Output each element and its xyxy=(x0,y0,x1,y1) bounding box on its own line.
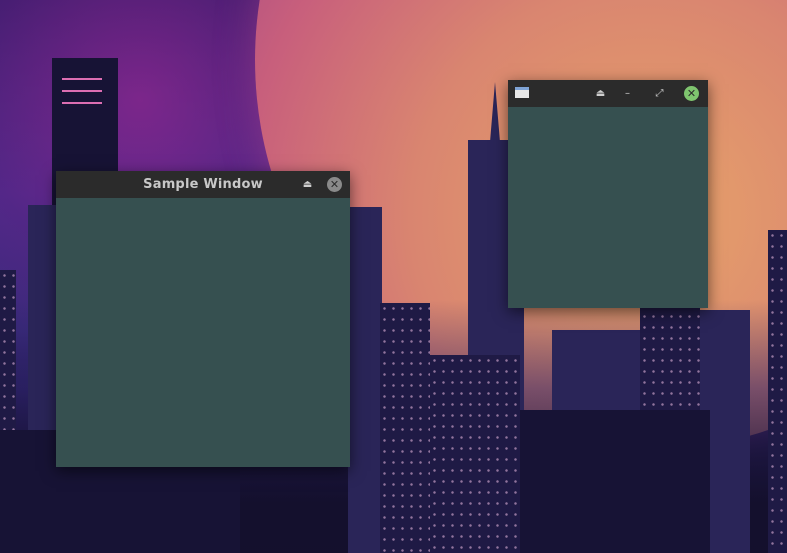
neon-sign xyxy=(62,78,102,80)
window-titlebar[interactable]: ⏏ – ⤢ ✕ xyxy=(508,80,708,107)
close-button[interactable]: ✕ xyxy=(327,177,342,192)
maximize-button[interactable]: ⤢ xyxy=(652,86,667,101)
shade-button[interactable]: ⏏ xyxy=(593,86,608,101)
building xyxy=(380,303,430,553)
untitled-window[interactable]: ⏏ – ⤢ ✕ xyxy=(508,80,708,308)
window-client-area[interactable] xyxy=(508,107,708,308)
window-titlebar[interactable]: Sample Window ⏏ ✕ xyxy=(56,171,350,198)
shade-button[interactable]: ⏏ xyxy=(300,177,315,192)
neon-sign xyxy=(62,102,102,104)
building xyxy=(348,207,382,553)
sample-window[interactable]: Sample Window ⏏ ✕ xyxy=(56,171,350,467)
close-button[interactable]: ✕ xyxy=(684,86,699,101)
building xyxy=(430,355,520,553)
spire xyxy=(490,82,500,142)
minimize-button[interactable]: – xyxy=(620,86,635,101)
building xyxy=(520,410,710,553)
window-app-icon[interactable] xyxy=(515,87,529,98)
neon-sign xyxy=(62,90,102,92)
window-client-area[interactable] xyxy=(56,198,350,467)
building xyxy=(768,230,787,553)
